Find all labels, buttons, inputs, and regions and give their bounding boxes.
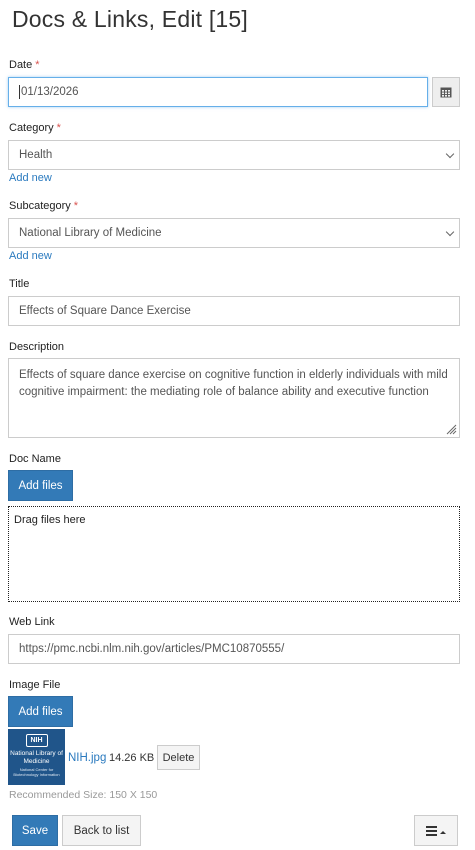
required-mark: * xyxy=(35,59,40,71)
category-selected-value: Health xyxy=(19,149,53,161)
subcategory-selected-value: National Library of Medicine xyxy=(19,227,162,239)
hamburger-menu-icon xyxy=(426,825,437,836)
doc-add-files-button[interactable]: Add files xyxy=(8,470,73,501)
date-label: Date * xyxy=(9,59,40,71)
chevron-down-icon xyxy=(445,149,455,159)
category-label-text: Category xyxy=(9,122,54,134)
subcategory-select[interactable]: National Library of Medicine xyxy=(8,218,460,248)
web-link-label: Web Link xyxy=(9,616,55,628)
image-file-size: 14.26 KB xyxy=(109,752,155,764)
web-link-value: https://pmc.ncbi.nlm.nih.gov/articles/PM… xyxy=(19,643,285,655)
image-size-hint: Recommended Size: 150 X 150 xyxy=(9,789,158,801)
date-value: 01/13/2026 xyxy=(21,86,79,98)
page-title: Docs & Links, Edit [15] xyxy=(12,6,248,32)
calendar-button[interactable] xyxy=(432,77,460,107)
date-label-text: Date xyxy=(9,59,33,71)
resize-grip-icon[interactable] xyxy=(445,423,457,435)
add-new-category-link[interactable]: Add new xyxy=(9,172,52,184)
actions-menu-button[interactable] xyxy=(414,815,458,846)
thumbnail-subcaption: National Center for Biotechnology Inform… xyxy=(13,767,60,777)
required-mark: * xyxy=(56,122,61,134)
calendar-icon xyxy=(440,87,452,98)
required-mark: * xyxy=(73,200,79,212)
web-link-input[interactable]: https://pmc.ncbi.nlm.nih.gov/articles/PM… xyxy=(8,634,460,664)
image-file-link[interactable]: NIH.jpg xyxy=(68,752,106,764)
back-to-list-button[interactable]: Back to list xyxy=(62,815,141,846)
save-button[interactable]: Save xyxy=(12,815,58,846)
description-value: Effects of square dance exercise on cogn… xyxy=(19,369,448,398)
chevron-down-icon xyxy=(445,227,455,237)
dropzone-text: Drag files here xyxy=(14,514,86,526)
nih-logo-badge: NIH xyxy=(25,734,48,747)
title-label: Title xyxy=(9,278,30,290)
add-new-subcategory-link[interactable]: Add new xyxy=(9,250,52,262)
title-input[interactable]: Effects of Square Dance Exercise xyxy=(8,296,460,326)
thumbnail-caption: National Library of Medicine xyxy=(10,750,63,765)
doc-name-label: Doc Name xyxy=(9,453,61,465)
description-label: Description xyxy=(9,341,65,353)
image-add-files-button[interactable]: Add files xyxy=(8,696,73,727)
description-textarea[interactable]: Effects of square dance exercise on cogn… xyxy=(8,358,460,438)
caret-up-icon xyxy=(440,831,446,834)
doc-dropzone[interactable]: Drag files here xyxy=(8,506,460,602)
category-select[interactable]: Health xyxy=(8,140,460,170)
subcategory-label: Subcategory * xyxy=(9,200,78,212)
subcategory-label-text: Subcategory xyxy=(9,200,71,212)
title-value: Effects of Square Dance Exercise xyxy=(19,305,191,317)
category-label: Category * xyxy=(9,122,61,134)
text-caret xyxy=(19,85,20,99)
image-file-label: Image File xyxy=(9,679,61,691)
delete-image-button[interactable]: Delete xyxy=(157,745,200,770)
image-thumbnail[interactable]: NIH National Library of Medicine Nationa… xyxy=(8,729,65,785)
date-input[interactable]: 01/13/2026 xyxy=(8,77,428,107)
